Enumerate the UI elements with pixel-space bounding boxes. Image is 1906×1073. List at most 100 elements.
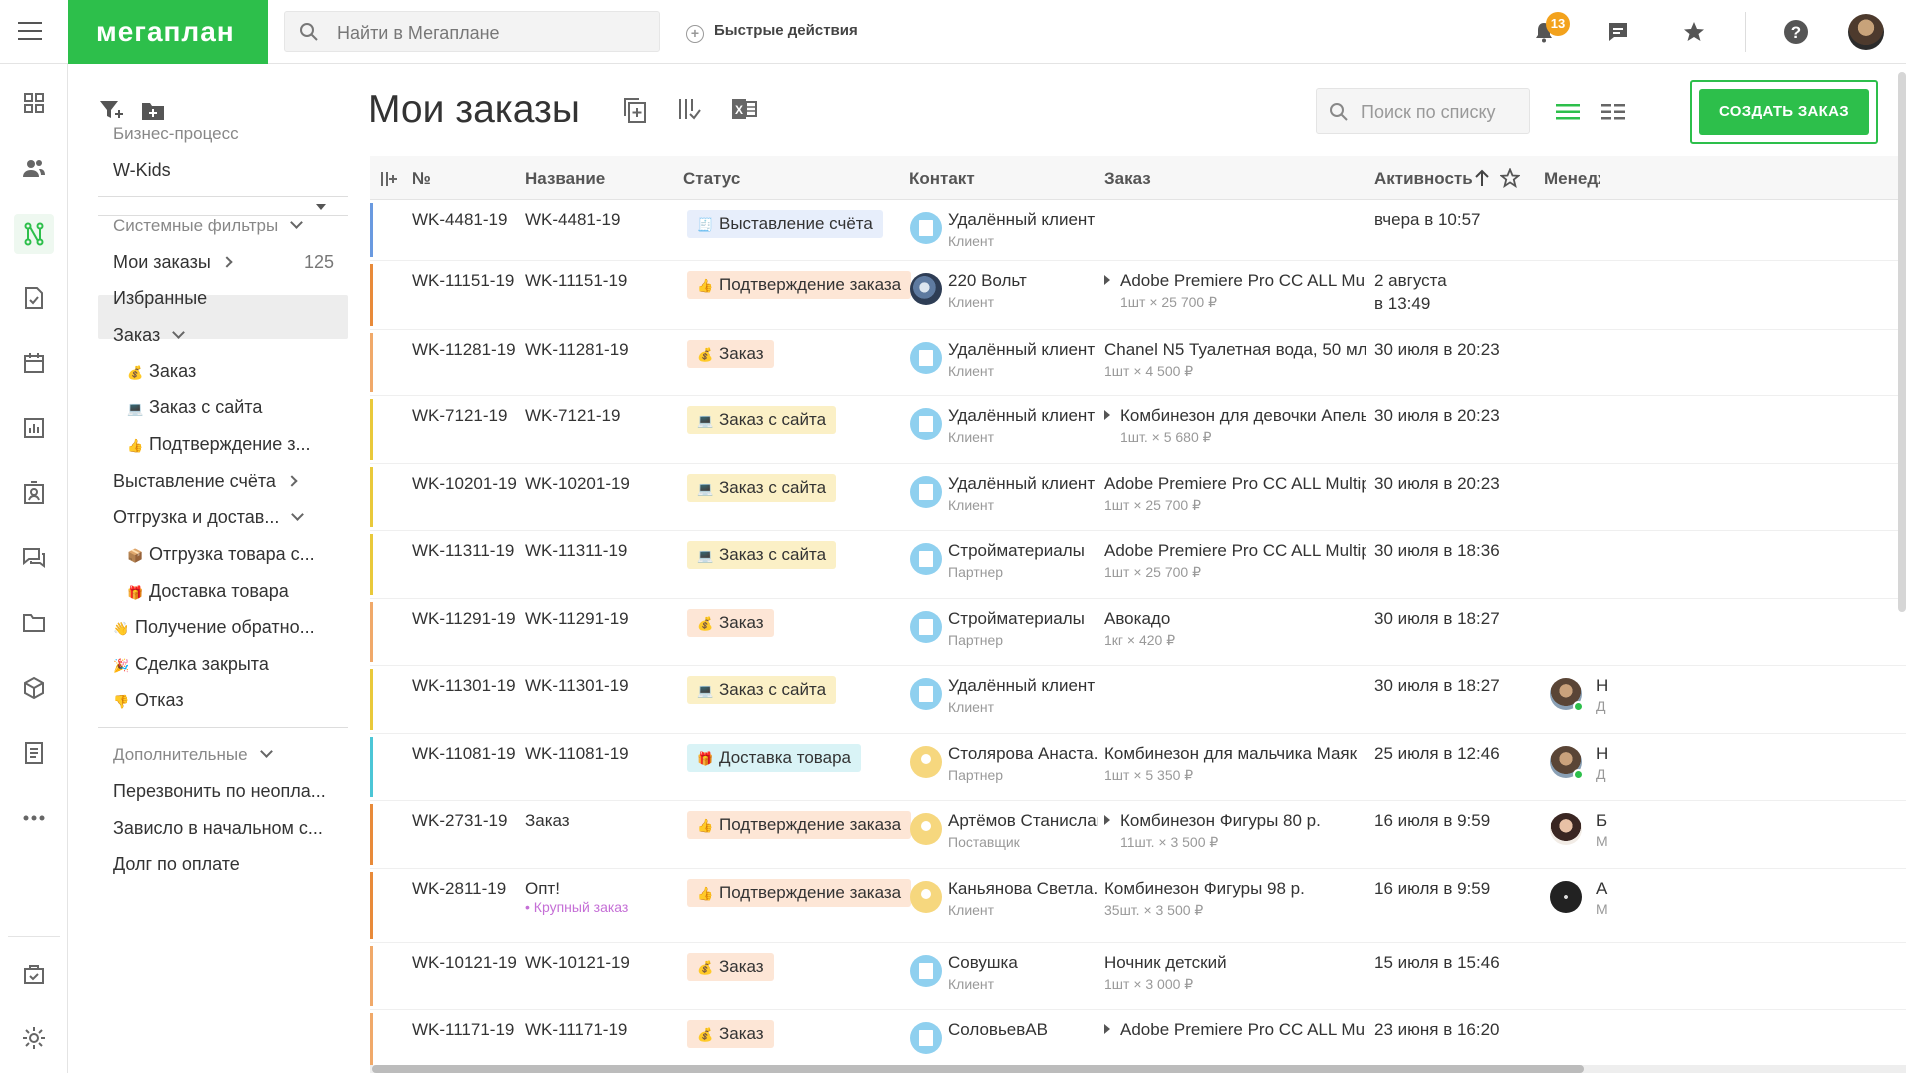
star-icon[interactable] <box>1680 18 1708 46</box>
sort-arrow-up-icon[interactable] <box>1474 168 1490 193</box>
contact-avatar[interactable] <box>910 678 942 710</box>
tasks-icon[interactable] <box>14 278 54 318</box>
contact-avatar[interactable] <box>910 955 942 987</box>
order-number[interactable]: WK-11151-19 <box>412 271 514 291</box>
order-product[interactable]: Авокадо <box>1104 609 1366 629</box>
sidebar-item-delivery[interactable]: 🎁 Доставка товара <box>127 581 289 602</box>
status-badge[interactable]: 👍 Подтверждение заказа <box>687 271 912 299</box>
sidebar-item-return[interactable]: 👋 Получение обратно... <box>113 617 315 638</box>
contact-avatar[interactable] <box>910 273 942 305</box>
status-badge[interactable]: 🧾 Выставление счёта <box>687 210 883 238</box>
sidebar-item-extra[interactable]: Зависло в начальном с... <box>113 818 323 839</box>
status-badge[interactable]: 💰 Заказ <box>687 1020 774 1048</box>
compact-view-icon[interactable] <box>1601 104 1625 125</box>
status-badge[interactable]: 💰 Заказ <box>687 609 774 637</box>
table-row[interactable]: WK-10121-19 WK-10121-19 💰 Заказ Совушка Клиен… <box>370 943 1906 1010</box>
employees-icon[interactable] <box>14 473 54 513</box>
column-header-name[interactable]: Название <box>525 169 605 189</box>
contact-name[interactable]: Стройматериалы <box>948 541 1098 561</box>
order-product[interactable]: Комбинезон Фигуры 80 р. <box>1104 811 1366 831</box>
order-name[interactable]: Опт! • Крупный заказ <box>525 879 675 915</box>
menu-icon[interactable] <box>18 22 42 42</box>
contact-avatar[interactable] <box>910 813 942 845</box>
order-number[interactable]: WK-7121-19 <box>412 406 507 426</box>
quick-actions-button[interactable]: + Быстрые действия <box>686 22 858 43</box>
contact-name[interactable]: Стройматериалы <box>948 609 1098 629</box>
global-search-input[interactable]: Найти в Мегаплане <box>284 11 660 52</box>
products-icon[interactable] <box>14 668 54 708</box>
sidebar-item-confirm[interactable]: 👍 Подтверждение з... <box>127 434 311 455</box>
vertical-scrollbar[interactable] <box>1898 72 1906 612</box>
help-icon[interactable]: ? <box>1782 18 1810 46</box>
column-header-order[interactable]: Заказ <box>1104 169 1151 189</box>
expand-arrow-icon[interactable] <box>1104 815 1110 825</box>
contact-avatar[interactable] <box>910 476 942 508</box>
status-badge[interactable]: 💰 Заказ <box>687 340 774 368</box>
contact-avatar[interactable] <box>910 746 942 778</box>
column-header-activity[interactable]: Активность <box>1374 169 1473 189</box>
order-number[interactable]: WK-11291-19 <box>412 609 516 629</box>
contact-avatar[interactable] <box>910 881 942 913</box>
contact-name[interactable]: Совушка <box>948 953 1098 973</box>
contact-name[interactable]: Каньянова Светла... <box>948 879 1098 899</box>
order-number[interactable]: WK-2811-19 <box>412 879 506 899</box>
contact-name[interactable]: Артёмов Станислав <box>948 811 1098 831</box>
order-name[interactable]: WK-7121-19 <box>525 406 675 426</box>
order-product[interactable]: Ночник детский <box>1104 953 1366 973</box>
order-product[interactable]: Adobe Premiere Pro CC ALL Multipl... <box>1104 271 1366 291</box>
sidebar-item-shipment[interactable]: 📦 Отгрузка товара с... <box>127 544 315 565</box>
table-row[interactable]: WK-11291-19 WK-11291-19 💰 Заказ Стройматериа… <box>370 599 1906 666</box>
contact-name[interactable]: СоловьевАВ <box>948 1020 1098 1040</box>
calendar-icon[interactable] <box>14 343 54 383</box>
order-product[interactable]: Chanel N5 Туалетная вода, 50 мл <box>1104 340 1366 360</box>
column-settings-icon[interactable] <box>380 170 398 193</box>
list-view-icon[interactable] <box>1556 104 1580 125</box>
order-product[interactable]: Комбинезон Фигуры 98 р. <box>1104 879 1366 899</box>
user-avatar[interactable] <box>1848 14 1884 50</box>
contact-name[interactable]: Удалённый клиент <box>948 676 1098 696</box>
sidebar-item-order-group[interactable]: Заказ <box>113 325 186 346</box>
contact-name[interactable]: Удалённый клиент <box>948 474 1098 494</box>
status-badge[interactable]: 💻 Заказ с сайта <box>687 474 837 502</box>
table-row[interactable]: WK-11171-19 WK-11171-19 💰 Заказ СоловьевАВ Ad… <box>370 1010 1906 1073</box>
order-name[interactable]: WK-11081-19 <box>525 744 675 764</box>
status-badge[interactable]: 💰 Заказ <box>687 953 774 981</box>
status-badge[interactable]: 💻 Заказ с сайта <box>687 406 837 434</box>
discussions-icon[interactable] <box>14 538 54 578</box>
contact-name[interactable]: Удалённый клиент <box>948 406 1098 426</box>
manager-avatar[interactable] <box>1550 746 1584 780</box>
sidebar-item-favorites[interactable]: Избранные <box>113 288 207 309</box>
chat-icon[interactable] <box>1604 18 1632 46</box>
order-name[interactable]: WK-11311-19 <box>525 541 675 561</box>
contact-name[interactable]: Удалённый клиент <box>948 210 1098 230</box>
order-number[interactable]: WK-2731-19 <box>412 811 507 831</box>
copy-add-icon[interactable] <box>622 96 648 129</box>
favorite-column-icon[interactable] <box>1499 167 1521 193</box>
table-row[interactable]: WK-2731-19 Заказ 👍 Подтверждение заказа Артё… <box>370 801 1906 869</box>
excel-export-icon[interactable]: X <box>730 96 758 127</box>
order-name[interactable]: WK-11151-19 <box>525 271 675 291</box>
expand-arrow-icon[interactable] <box>1104 275 1110 285</box>
deals-icon[interactable] <box>14 214 54 254</box>
contact-avatar[interactable] <box>910 212 942 244</box>
table-row[interactable]: WK-10201-19 WK-10201-19 💻 Заказ с сайта Удал… <box>370 464 1906 531</box>
status-badge[interactable]: 💻 Заказ с сайта <box>687 541 837 569</box>
table-row[interactable]: WK-11301-19 WK-11301-19 💻 Заказ с сайта Удал… <box>370 666 1906 734</box>
order-name[interactable]: WK-11301-19 <box>525 676 675 696</box>
contact-name[interactable]: 220 Вольт <box>948 271 1098 291</box>
sidebar-item-extra[interactable]: Перезвонить по неопла... <box>113 781 326 802</box>
contacts-icon[interactable] <box>14 148 54 188</box>
manager-avatar[interactable] <box>1550 813 1582 845</box>
contact-avatar[interactable] <box>910 1022 942 1054</box>
settings-icon[interactable] <box>14 1018 54 1058</box>
bag-icon[interactable] <box>14 954 54 994</box>
order-name[interactable]: WK-11291-19 <box>525 609 675 629</box>
order-number[interactable]: WK-11171-19 <box>412 1020 514 1040</box>
contact-avatar[interactable] <box>910 543 942 575</box>
order-product[interactable]: Adobe Premiere Pro CC ALL Multiple ... <box>1104 541 1366 561</box>
logo[interactable]: мегаплан <box>68 0 268 64</box>
contact-avatar[interactable] <box>910 408 942 440</box>
order-product[interactable]: Комбинезон для мальчика Маяк <box>1104 744 1366 764</box>
manager-name[interactable]: Н <box>1596 744 1616 764</box>
status-badge[interactable]: 💻 Заказ с сайта <box>687 676 837 704</box>
